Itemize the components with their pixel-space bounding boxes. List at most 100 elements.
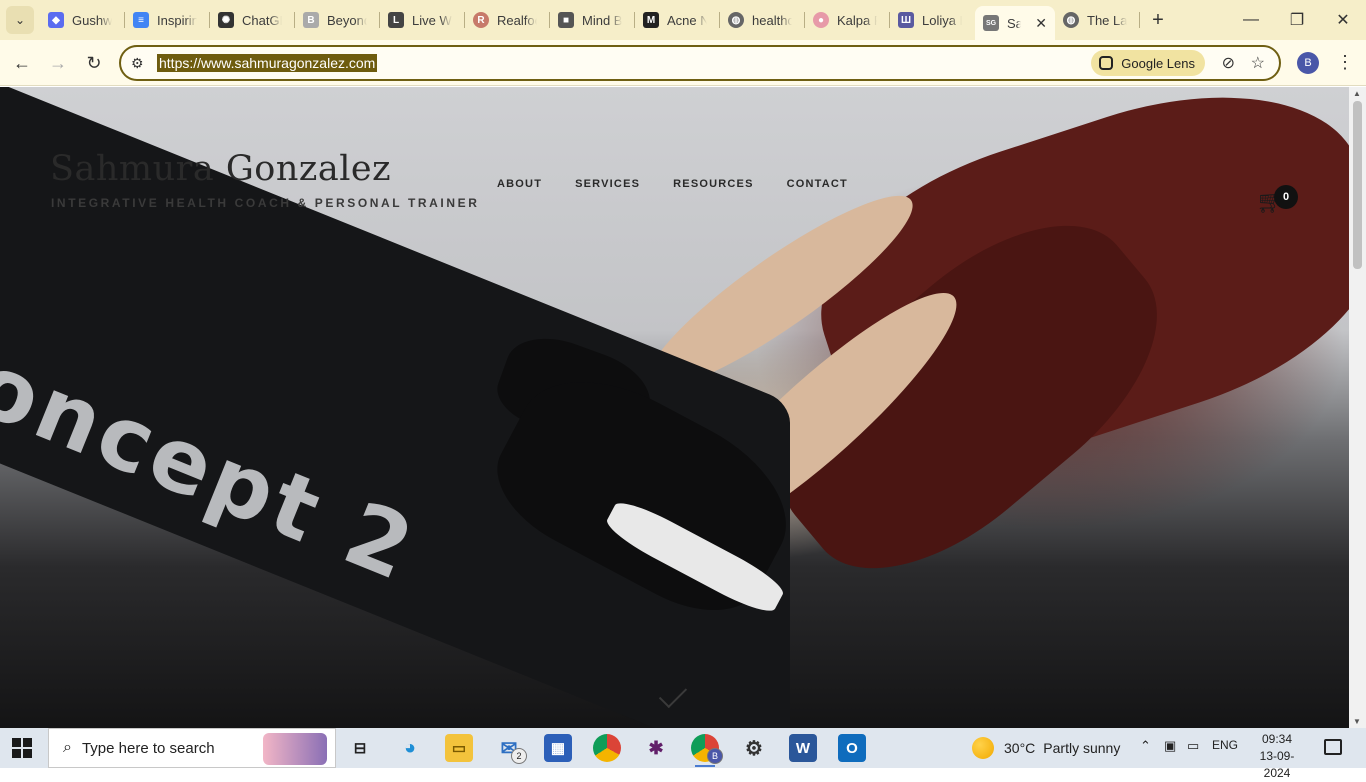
file-explorer-icon[interactable]: ▭ <box>445 734 473 762</box>
tab-favicon: M <box>643 12 659 28</box>
tab-favicon: SG <box>983 15 999 31</box>
back-arrow-icon[interactable]: ← <box>8 49 36 77</box>
tab-favicon: ◆ <box>48 12 64 28</box>
nav-link-about[interactable]: ABOUT <box>497 178 542 190</box>
taskbar-search-box[interactable]: ⌕ Type here to search <box>48 728 336 768</box>
mail-badge: 2 <box>511 748 527 764</box>
tab-list: ◆Gushwork ≡Inspiring ✺ChatGPT BBeyond LL… <box>40 0 1176 40</box>
tab-title: The Lad <box>1087 12 1127 28</box>
tab-search-chevron-icon[interactable]: ⌄ <box>6 6 34 34</box>
scrollbar-thumb[interactable] <box>1353 101 1362 269</box>
close-window-icon[interactable]: ✕ <box>1320 0 1366 40</box>
restore-icon[interactable]: ❐ <box>1274 0 1320 40</box>
tab[interactable]: L Live Well <box>380 0 465 40</box>
tab-strip: ⌄ ◆Gushwork ≡Inspiring ✺ChatGPT BBeyond … <box>0 0 1366 40</box>
cart-button[interactable]: 🛒︎ 0 <box>1256 185 1300 215</box>
slack-icon[interactable]: ✱ <box>642 734 670 762</box>
tab[interactable]: R Realfood <box>465 0 550 40</box>
tab-close-icon[interactable]: ✕ <box>1035 15 1047 32</box>
tab[interactable]: B Beyond <box>295 0 380 40</box>
tab-favicon: ■ <box>558 12 574 28</box>
notification-center-icon[interactable] <box>1324 739 1342 755</box>
tab-title: Loliya H <box>922 12 962 28</box>
site-settings-icon[interactable]: ⚙ <box>131 55 144 72</box>
tab[interactable]: ◍ healthc <box>720 0 805 40</box>
outlook-icon[interactable]: O <box>838 734 866 762</box>
tab-favicon: B <box>303 12 319 28</box>
search-icon: ⌕ <box>63 739 72 756</box>
tab[interactable]: ≡ Inspiring <box>125 0 210 40</box>
google-lens-button[interactable]: Google Lens <box>1091 50 1205 76</box>
search-highlight-image <box>263 733 327 765</box>
word-icon[interactable]: W <box>789 734 817 762</box>
chrome-icon[interactable] <box>593 734 621 762</box>
tab-title: Realfood <box>497 12 537 28</box>
menu-kebab-icon[interactable]: ⋮ <box>1336 52 1354 73</box>
tab[interactable]: ■ Mind Body <box>550 0 635 40</box>
windows-taskbar: ⌕ Type here to search ⊟ ◕ ▭ ✉ 2 ▦ ✱ B ⚙ W… <box>0 728 1366 780</box>
weather-temperature: 30°C <box>1004 740 1036 756</box>
network-icon[interactable]: ▭ <box>1187 738 1199 754</box>
partly-sunny-icon <box>972 737 994 759</box>
weather-description: Partly sunny <box>1043 740 1121 756</box>
site-tagline: INTEGRATIVE HEALTH COACH & PERSONAL TRAI… <box>51 196 480 210</box>
chrome-profile-icon[interactable]: B <box>691 734 723 767</box>
tab-title: Sahmura Gonzalez <box>1007 15 1021 31</box>
task-view-icon[interactable]: ⊟ <box>346 734 374 762</box>
edge-browser-icon[interactable]: ◕ <box>396 734 424 762</box>
settings-gear-icon[interactable]: ⚙ <box>740 734 768 762</box>
tab-title: Beyond <box>327 12 367 28</box>
tab-title: Inspiring <box>157 12 197 28</box>
tab-title: Gushwork <box>72 12 112 28</box>
reload-icon[interactable]: ↻ <box>80 49 108 77</box>
site-nav: ABOUT SERVICES RESOURCES CONTACT <box>497 178 848 190</box>
taskbar-clock[interactable]: 09:34 13-09-2024 <box>1252 731 1302 782</box>
clock-time: 09:34 <box>1261 732 1293 746</box>
tab-title: Kalpa P <box>837 12 877 28</box>
tab-active[interactable]: SG Sahmura Gonzalez ✕ <box>975 6 1055 40</box>
new-tab-button[interactable]: + <box>1140 0 1176 40</box>
bookmark-star-icon[interactable]: ☆ <box>1251 53 1265 73</box>
tab-favicon: ≡ <box>133 12 149 28</box>
tab[interactable]: M Acne N <box>635 0 720 40</box>
tab-title: ChatGPT <box>242 12 282 28</box>
tab[interactable]: ✺ ChatGPT <box>210 0 295 40</box>
url-text[interactable]: https://www.sahmuragonzalez.com <box>157 54 378 72</box>
taskbar-search-placeholder: Type here to search <box>81 739 215 757</box>
microsoft-store-icon[interactable]: ▦ <box>544 734 572 762</box>
tab-favicon: ✺ <box>218 12 234 28</box>
tab[interactable]: ◍ The Lad <box>1055 0 1140 40</box>
tab-favicon: R <box>473 12 489 28</box>
tab-title: Acne N <box>667 12 707 28</box>
tab-favicon: ◍ <box>1063 12 1079 28</box>
tab-title: healthc <box>752 12 792 28</box>
nav-link-resources[interactable]: RESOURCES <box>673 178 753 190</box>
tab[interactable]: Ш Loliya H <box>890 0 975 40</box>
forward-arrow-icon[interactable]: → <box>44 49 72 77</box>
meet-now-icon[interactable]: ▣ <box>1164 738 1176 754</box>
input-language[interactable]: ENG <box>1212 738 1238 752</box>
site-logo-name[interactable]: Sahmura Gonzalez <box>50 149 391 189</box>
mail-icon[interactable]: ✉ 2 <box>495 734 527 764</box>
tab-favicon: L <box>388 12 404 28</box>
tab[interactable]: ◆ Gushwork <box>40 0 125 40</box>
windows-start-icon[interactable] <box>12 738 32 758</box>
scroll-up-arrow-icon[interactable]: ▲ <box>1353 89 1361 98</box>
google-lens-label: Google Lens <box>1121 55 1195 71</box>
scroll-down-arrow-icon[interactable]: ▼ <box>1353 717 1361 726</box>
tab-favicon: ◍ <box>728 12 744 28</box>
page-scrollbar[interactable]: ▲ ▼ <box>1349 87 1366 728</box>
nav-link-services[interactable]: SERVICES <box>575 178 640 190</box>
weather-widget[interactable]: 30°C Partly sunny <box>972 728 1120 768</box>
tab-favicon: ● <box>813 12 829 28</box>
tab[interactable]: ● Kalpa P <box>805 0 890 40</box>
show-hidden-icons-chevron-icon[interactable]: ⌃ <box>1140 738 1151 754</box>
clock-date: 13-09-2024 <box>1259 749 1295 780</box>
profile-avatar[interactable]: B <box>1297 52 1319 74</box>
minimize-icon[interactable]: — <box>1228 0 1274 40</box>
eye-off-icon[interactable]: ⊘ <box>1222 53 1235 73</box>
cart-count-badge: 0 <box>1274 185 1298 209</box>
address-bar[interactable]: ⚙ https://www.sahmuragonzalez.com Google… <box>119 45 1281 81</box>
chrome-profile-badge: B <box>707 748 723 764</box>
nav-link-contact[interactable]: CONTACT <box>787 178 848 190</box>
